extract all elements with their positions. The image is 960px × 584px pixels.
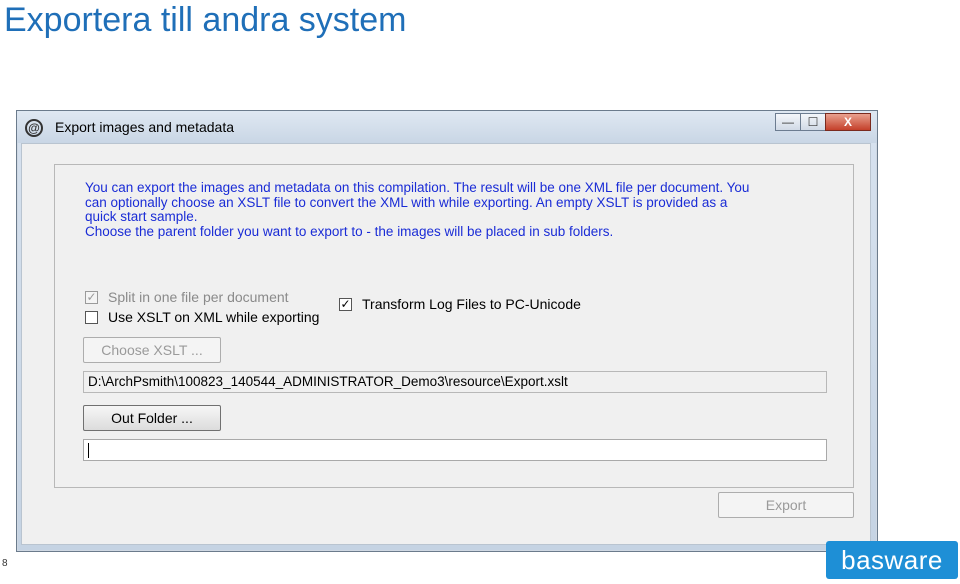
window-buttons: — ☐ X <box>775 113 871 133</box>
xslt-path-field[interactable]: D:\ArchPsmith\100823_140544_ADMINISTRATO… <box>83 371 827 393</box>
info-line: You can export the images and metadata o… <box>85 180 750 195</box>
use-xslt-label: Use XSLT on XML while exporting <box>108 309 320 325</box>
info-line: can optionally choose an XSLT file to co… <box>85 194 728 210</box>
page-number: 8 <box>2 558 8 569</box>
checkbox-check-icon: ✓ <box>85 289 98 304</box>
export-button[interactable]: Export <box>718 492 854 518</box>
out-folder-input[interactable] <box>83 439 827 461</box>
info-line: quick start sample. <box>85 209 198 224</box>
info-text: You can export the images and metadata o… <box>85 180 825 239</box>
export-options-panel: You can export the images and metadata o… <box>54 164 854 488</box>
dialog-title: Export images and metadata <box>55 119 234 135</box>
transform-log-files-checkbox[interactable]: ✓ Transform Log Files to PC-Unicode <box>339 296 581 312</box>
at-sign-icon: @ <box>25 119 43 137</box>
basware-logo: basware <box>826 541 958 579</box>
use-xslt-checkbox[interactable]: Use XSLT on XML while exporting <box>85 309 319 325</box>
maximize-button[interactable]: ☐ <box>800 113 826 131</box>
choose-xslt-button[interactable]: Choose XSLT ... <box>83 337 221 363</box>
minimize-button[interactable]: — <box>775 113 801 131</box>
export-dialog-window: @ Export images and metadata — ☐ X You c… <box>16 110 878 552</box>
transform-log-files-label: Transform Log Files to PC-Unicode <box>362 296 581 312</box>
dialog-client-area: You can export the images and metadata o… <box>21 143 871 545</box>
split-per-document-checkbox[interactable]: ✓ Split in one file per document <box>85 289 289 305</box>
close-button[interactable]: X <box>825 113 871 131</box>
checkbox-check-icon: ✓ <box>339 296 352 311</box>
out-folder-button[interactable]: Out Folder ... <box>83 405 221 431</box>
checkbox-empty-icon <box>85 310 98 324</box>
slide-title: Exportera till andra system <box>4 1 407 39</box>
info-line: Choose the parent folder you want to exp… <box>85 223 614 239</box>
dialog-titlebar[interactable]: @ Export images and metadata — ☐ X <box>17 111 877 143</box>
text-caret <box>88 442 89 458</box>
split-per-document-label: Split in one file per document <box>108 289 289 305</box>
